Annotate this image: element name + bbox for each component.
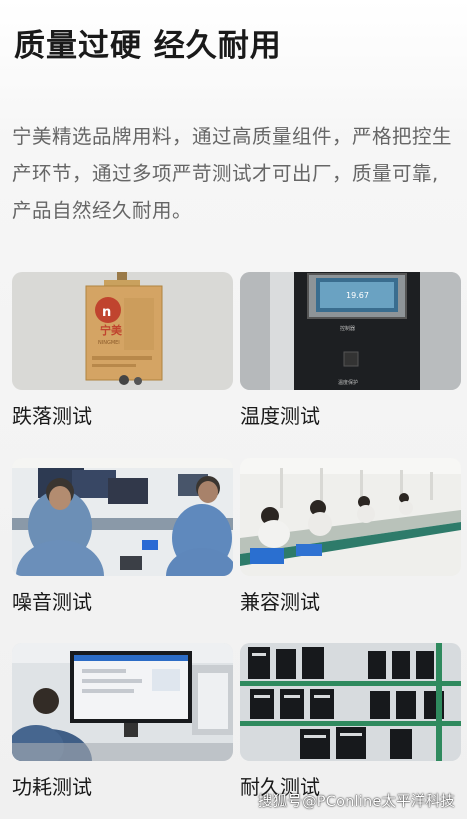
test-label: 跌落测试 (12, 404, 92, 428)
test-card-noise[interactable]: 噪音测试 (12, 458, 233, 615)
noise-test-photo (12, 458, 233, 576)
chamber-panel-text: 控制器 (340, 325, 355, 332)
test-label: 温度测试 (240, 404, 320, 428)
power-test-photo (12, 643, 233, 761)
svg-text:n: n (102, 305, 111, 320)
test-label: 功耗测试 (12, 775, 92, 799)
box-brand-text: 宁美 (100, 323, 123, 337)
chamber-door-text: 温度保护 (338, 379, 358, 386)
test-label: 兼容测试 (240, 590, 320, 614)
intro-paragraph: 宁美精选品牌用料，通过高质量组件，严格把控生产环节，通过多项严苛测试才可出厂，质… (12, 125, 453, 222)
test-card-temperature[interactable]: 19.67 控制器 温度保护 温度测试 (240, 272, 461, 429)
test-card-drop[interactable]: n 宁美 NINGMEI 跌落测试 (12, 272, 233, 429)
test-card-power[interactable]: 功耗测试 (12, 643, 233, 800)
page-title: 质量过硬 经久耐用 (14, 28, 282, 64)
drop-test-photo: n 宁美 NINGMEI (12, 272, 233, 390)
test-label: 噪音测试 (12, 590, 92, 614)
test-card-compatibility[interactable]: 兼容测试 (240, 458, 461, 615)
watermark: 搜狐号@PConline太平洋科技 (258, 794, 455, 810)
durability-test-photo (240, 643, 461, 761)
box-brand-en-text: NINGMEI (98, 340, 120, 346)
temperature-test-photo: 19.67 控制器 温度保护 (240, 272, 461, 390)
chamber-display-text: 19.67 (346, 291, 369, 300)
test-card-durability[interactable]: 耐久测试 (240, 643, 461, 800)
compatibility-test-photo (240, 458, 461, 576)
